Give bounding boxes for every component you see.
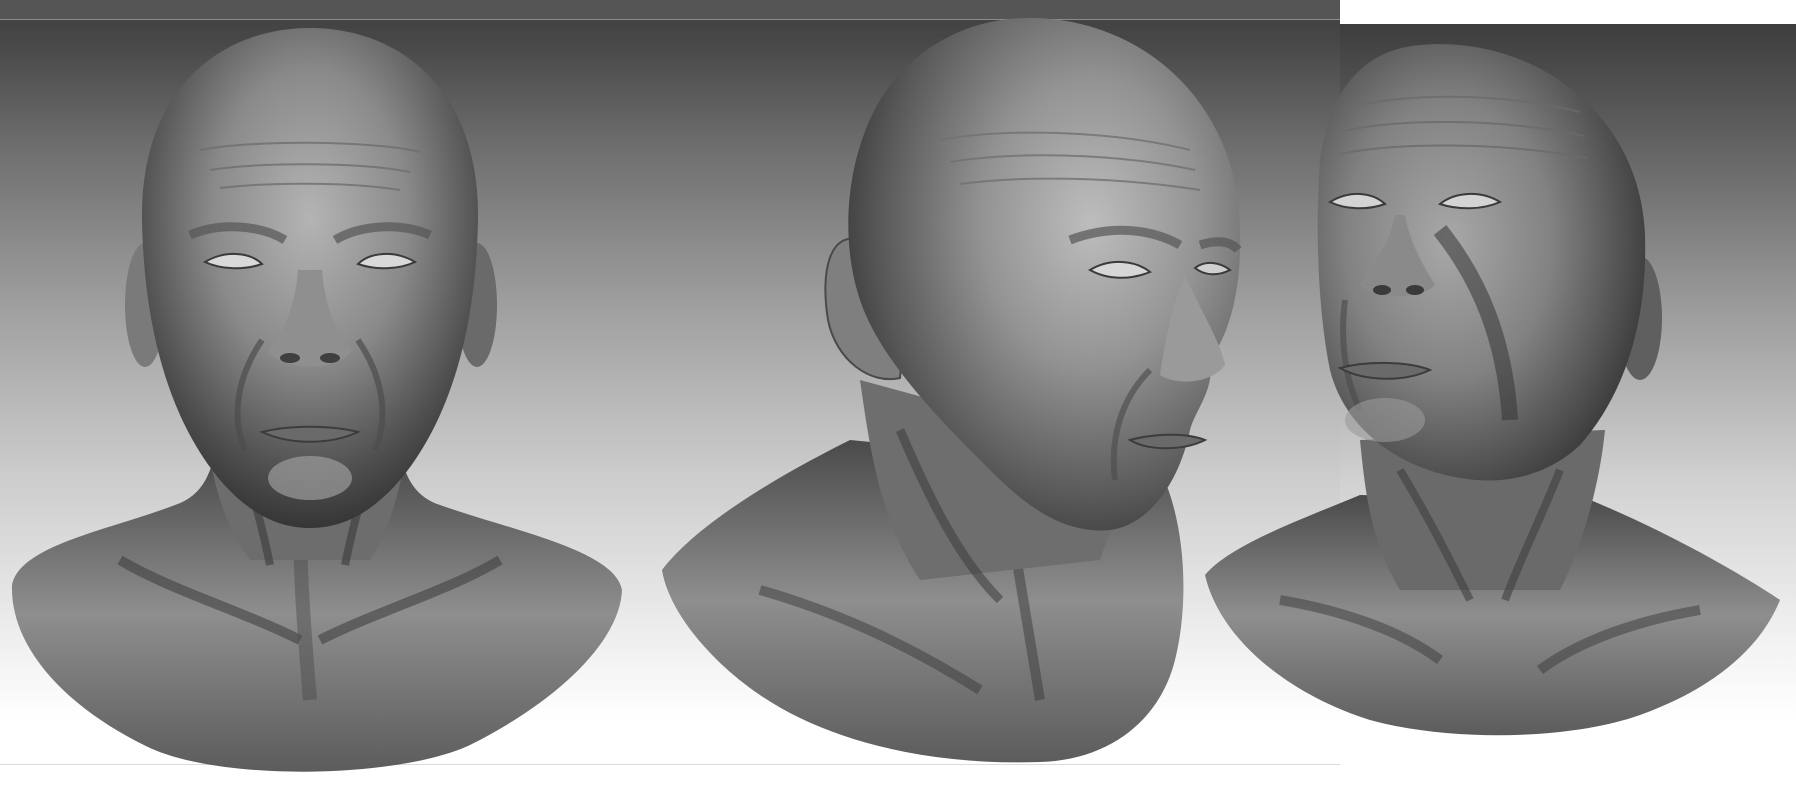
bust-front-view (11, 28, 623, 772)
bust-three-quarter-view (662, 18, 1242, 763)
bust-upturned-view (1205, 44, 1780, 736)
sculpt-renders (11, 18, 1780, 772)
